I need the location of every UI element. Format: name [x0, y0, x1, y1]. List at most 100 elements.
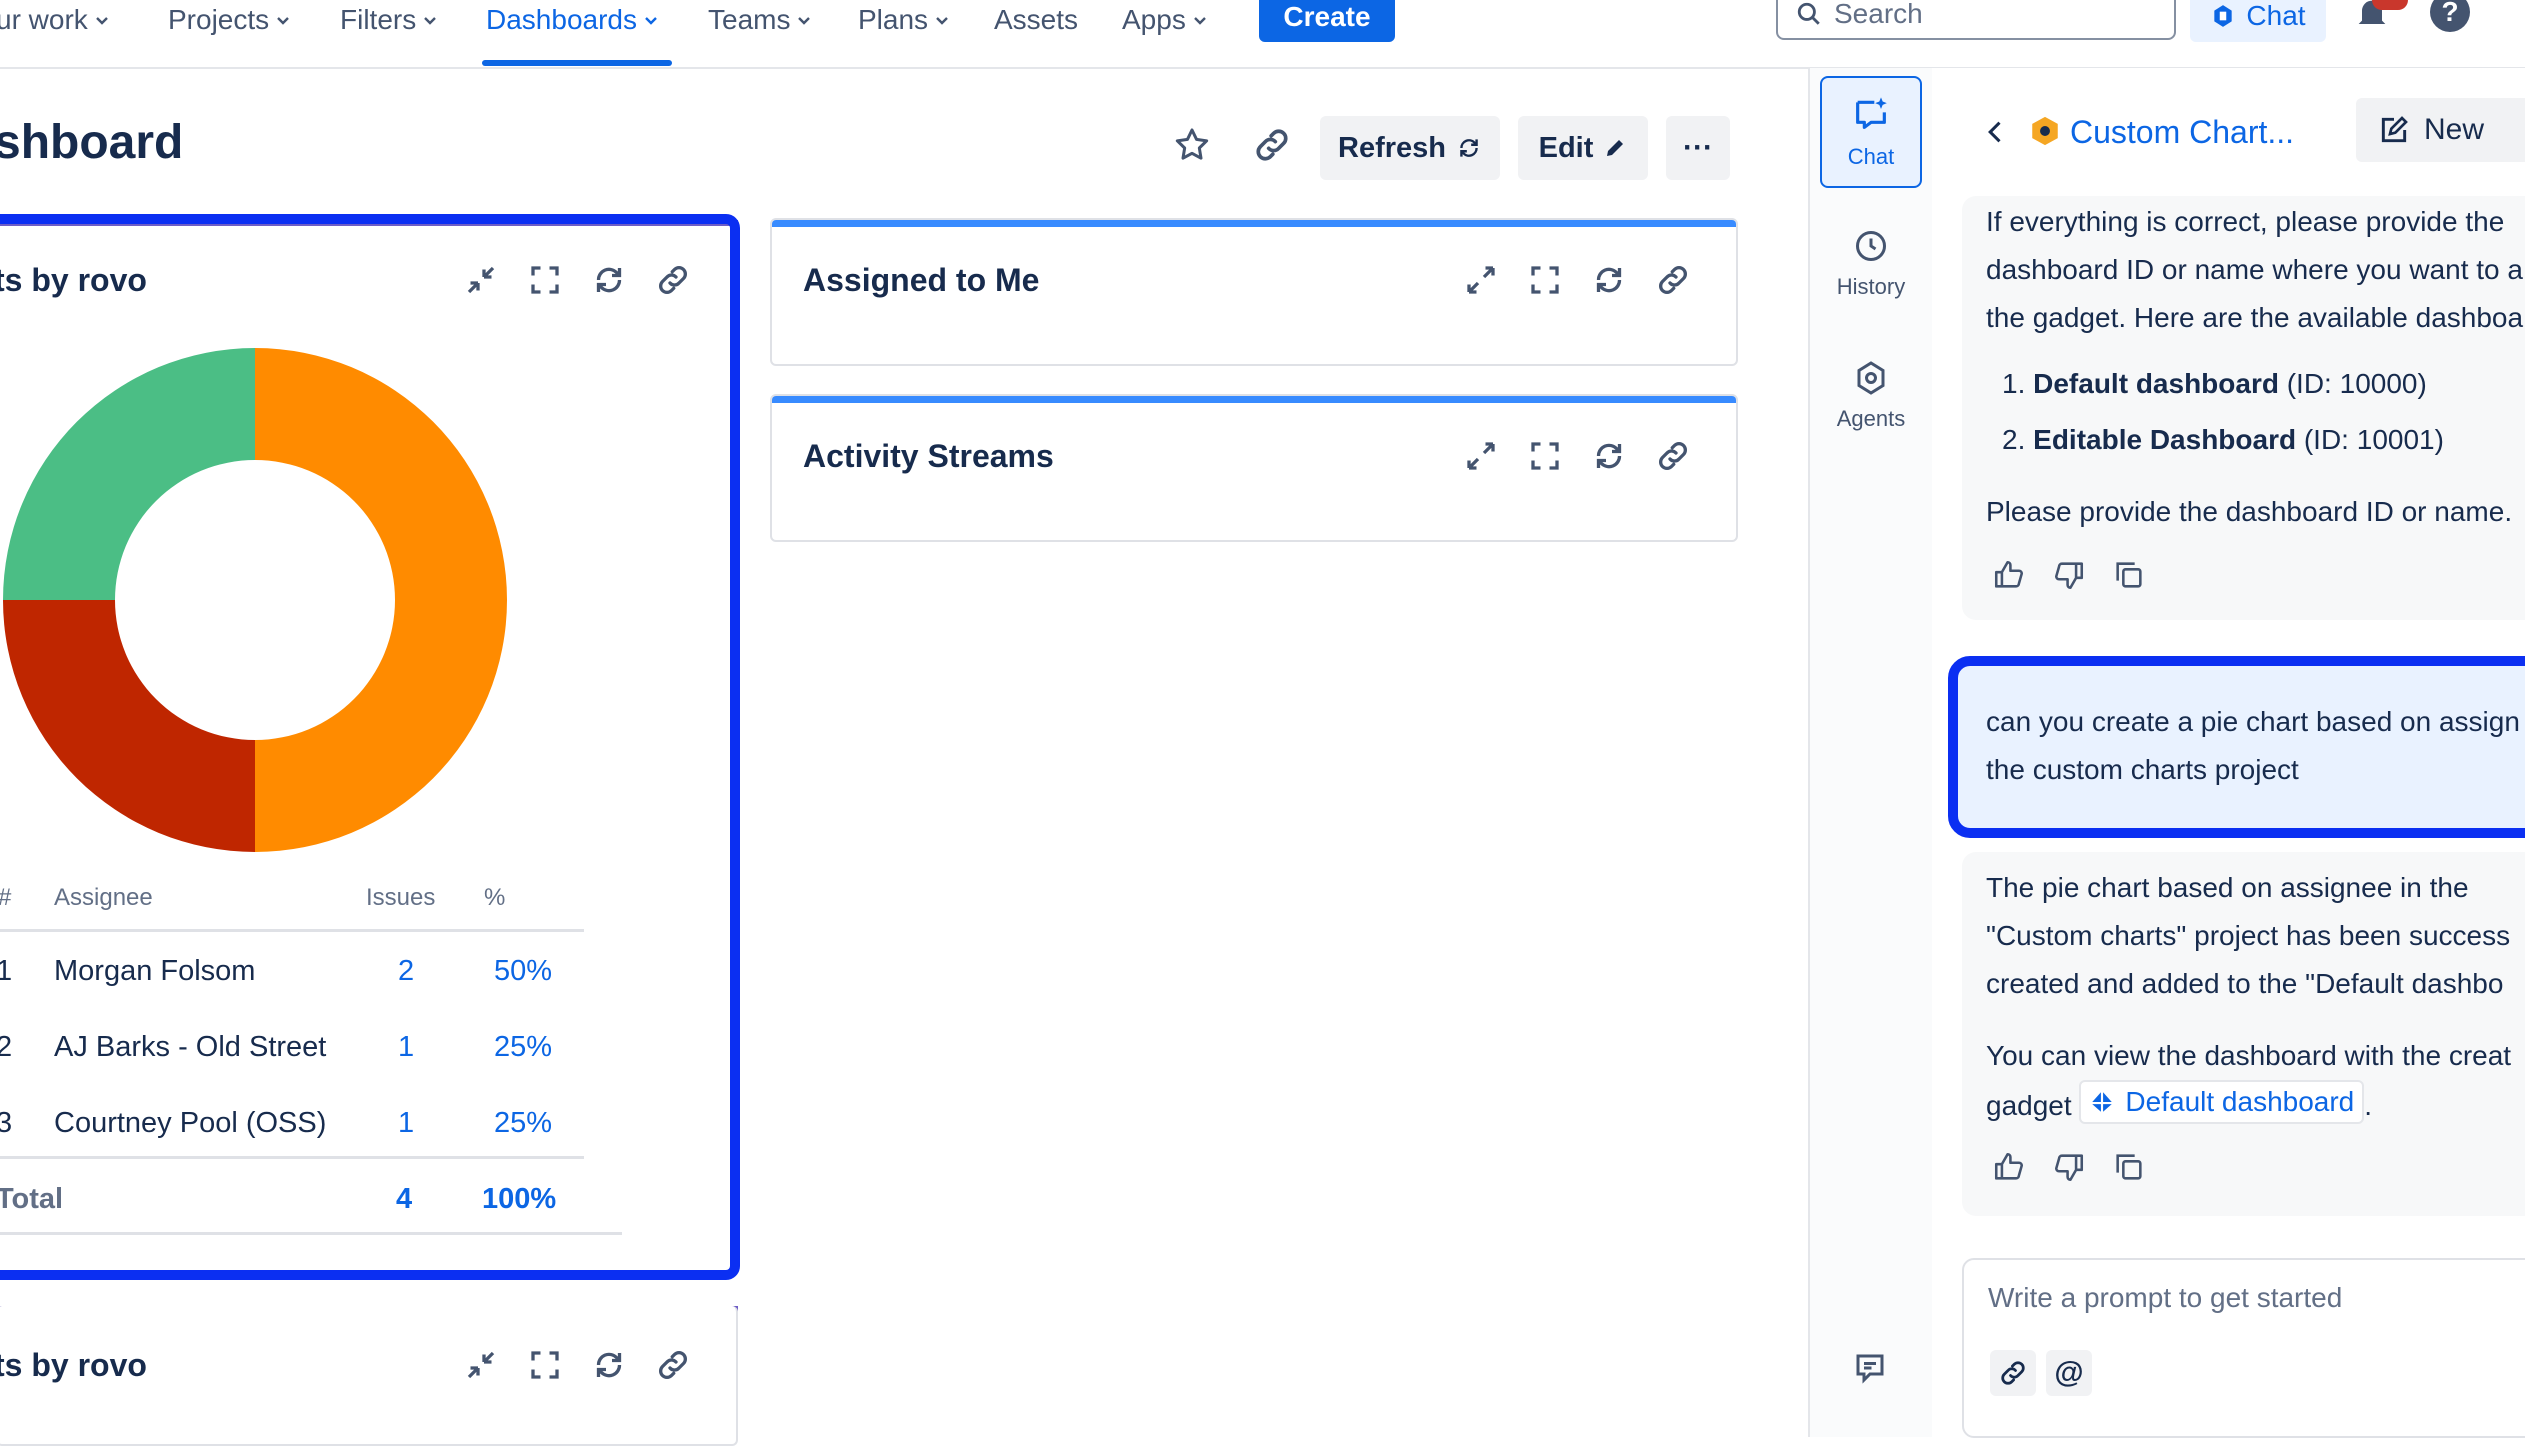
sidenav-history[interactable]: History — [1820, 208, 1922, 320]
search-placeholder: Search — [1834, 0, 1923, 29]
sidenav-agents[interactable]: Agents — [1820, 340, 1922, 452]
nav-teams[interactable]: Teams — [708, 0, 812, 40]
feedback-actions — [1992, 1150, 2146, 1184]
gadget-title: Activity Streams — [803, 438, 1054, 474]
refresh-icon[interactable] — [588, 1344, 630, 1386]
chevron-down-icon — [936, 17, 948, 25]
mention-button[interactable]: @ — [2046, 1350, 2092, 1396]
dashboard-list-item: 2. Editable Dashboard (ID: 10001) — [2002, 424, 2444, 455]
table-header-issues: Issues — [366, 884, 436, 911]
rovo-chat-button[interactable]: Chat — [2190, 0, 2326, 42]
new-chat-button[interactable]: New — [2356, 98, 2525, 162]
nav-assets[interactable]: Assets — [994, 0, 1078, 40]
donut-slice-morgan-folsom[interactable] — [255, 348, 507, 852]
fullscreen-icon[interactable] — [524, 259, 566, 301]
row-issues-link[interactable]: 1 — [398, 1107, 414, 1140]
table-header-assignee: Assignee — [54, 884, 153, 911]
gadget-actions — [1460, 435, 1694, 477]
expand-icon[interactable] — [1460, 435, 1502, 477]
feedback-icon[interactable] — [1852, 1350, 1888, 1386]
message-text: gadget — [1986, 1090, 2072, 1121]
star-icon[interactable] — [1170, 123, 1214, 167]
minimize-icon[interactable] — [460, 1344, 502, 1386]
chevron-down-icon — [1193, 17, 1206, 25]
default-dashboard-link[interactable]: Default dashboard — [2079, 1080, 2365, 1124]
edit-label: Edit — [1538, 131, 1594, 164]
fullscreen-icon[interactable] — [524, 1344, 566, 1386]
rovo-icon — [2214, 5, 2233, 27]
search-icon — [1797, 2, 1820, 25]
refresh-button[interactable]: Refresh — [1320, 116, 1500, 180]
gadget-actions — [460, 259, 694, 301]
thumbs-down-icon[interactable] — [2052, 1150, 2086, 1184]
row-percent-link[interactable]: 25% — [494, 1107, 552, 1140]
donut-slice-aj-barks-old-street[interactable] — [3, 600, 255, 852]
expand-icon[interactable] — [1460, 259, 1502, 301]
row-assignee: Morgan Folsom — [54, 955, 256, 987]
fullscreen-icon[interactable] — [1524, 435, 1566, 477]
refresh-icon[interactable] — [1588, 259, 1630, 301]
gadget-title: ts by rovo — [0, 1347, 147, 1383]
sidenav-agents-label: Agents — [1836, 406, 1906, 431]
thumbs-up-icon[interactable] — [1992, 1150, 2026, 1184]
message-line: the gadget. Here are the available dashb… — [1986, 302, 2524, 333]
copy-icon[interactable] — [2112, 1150, 2146, 1184]
link-icon[interactable] — [652, 259, 694, 301]
donut-slice-courtney-pool-oss-[interactable] — [3, 348, 255, 600]
refresh-icon[interactable] — [588, 259, 630, 301]
row-num: 2 — [0, 1031, 13, 1063]
new-chat-icon — [2381, 116, 2408, 143]
link-icon[interactable] — [1250, 123, 1294, 167]
nav-projects-label: Projects — [168, 4, 270, 35]
row-percent-link[interactable]: 25% — [494, 1031, 552, 1064]
nav-dashboards[interactable]: Dashboards — [486, 0, 659, 40]
dashboard-list-item: 1. Default dashboard (ID: 10000) — [2002, 368, 2427, 399]
donut-chart — [3, 348, 507, 852]
message-line: You can view the dashboard with the crea… — [1986, 1040, 2512, 1071]
row-issues-link[interactable]: 1 — [398, 1031, 414, 1064]
link-icon[interactable] — [1652, 435, 1694, 477]
minimize-icon[interactable] — [460, 259, 502, 301]
chevron-down-icon — [645, 17, 657, 25]
row-issues-link[interactable]: 2 — [398, 955, 414, 988]
gadget-title: Assigned to Me — [803, 262, 1040, 298]
search-input[interactable]: Search — [1776, 0, 2176, 40]
nav-your-work[interactable]: ur work — [0, 0, 110, 40]
link-icon[interactable] — [1652, 259, 1694, 301]
link-icon[interactable] — [652, 1344, 694, 1386]
page-title: shboard — [0, 116, 184, 169]
total-percent[interactable]: 100% — [482, 1183, 556, 1216]
back-icon[interactable] — [1982, 118, 2010, 146]
more-actions-button[interactable]: ··· — [1666, 116, 1730, 180]
nav-projects[interactable]: Projects — [168, 0, 291, 40]
clock-icon — [1856, 231, 1886, 261]
nav-filters[interactable]: Filters — [340, 0, 438, 40]
nav-plans[interactable]: Plans — [858, 0, 950, 40]
message-line: The pie chart based on assignee in the — [1986, 872, 2469, 903]
thumbs-up-icon[interactable] — [1992, 558, 2026, 592]
create-button[interactable]: Create — [1259, 0, 1395, 42]
table-divider — [0, 1156, 584, 1159]
top-navigation: ur work Projects Filters Dashboards Team… — [0, 0, 2525, 69]
thumbs-down-icon[interactable] — [2052, 558, 2086, 592]
chat-title[interactable]: Custom Chart... — [2070, 114, 2294, 151]
nav-your-work-label: ur work — [0, 4, 88, 35]
sidenav-chat[interactable]: Chat — [1820, 76, 1922, 188]
active-tab-indicator — [482, 60, 672, 66]
attach-link-button[interactable] — [1990, 1350, 2036, 1396]
message-line: the custom charts project — [1986, 754, 2299, 785]
chevron-down-icon — [424, 17, 437, 25]
row-percent-link[interactable]: 50% — [494, 955, 552, 988]
fullscreen-icon[interactable] — [1524, 259, 1566, 301]
edit-button[interactable]: Edit — [1518, 116, 1648, 180]
message-line: "Custom charts" project has been success — [1986, 920, 2511, 951]
nav-apps[interactable]: Apps — [1122, 0, 1208, 40]
help-icon[interactable]: ? — [2430, 0, 2470, 32]
refresh-label: Refresh — [1338, 131, 1446, 164]
refresh-icon[interactable] — [1588, 435, 1630, 477]
table-divider — [0, 1232, 622, 1235]
total-issues[interactable]: 4 — [396, 1183, 412, 1216]
dashboard-icon — [2092, 1092, 2113, 1112]
copy-icon[interactable] — [2112, 558, 2146, 592]
link-icon — [2001, 1361, 2025, 1385]
